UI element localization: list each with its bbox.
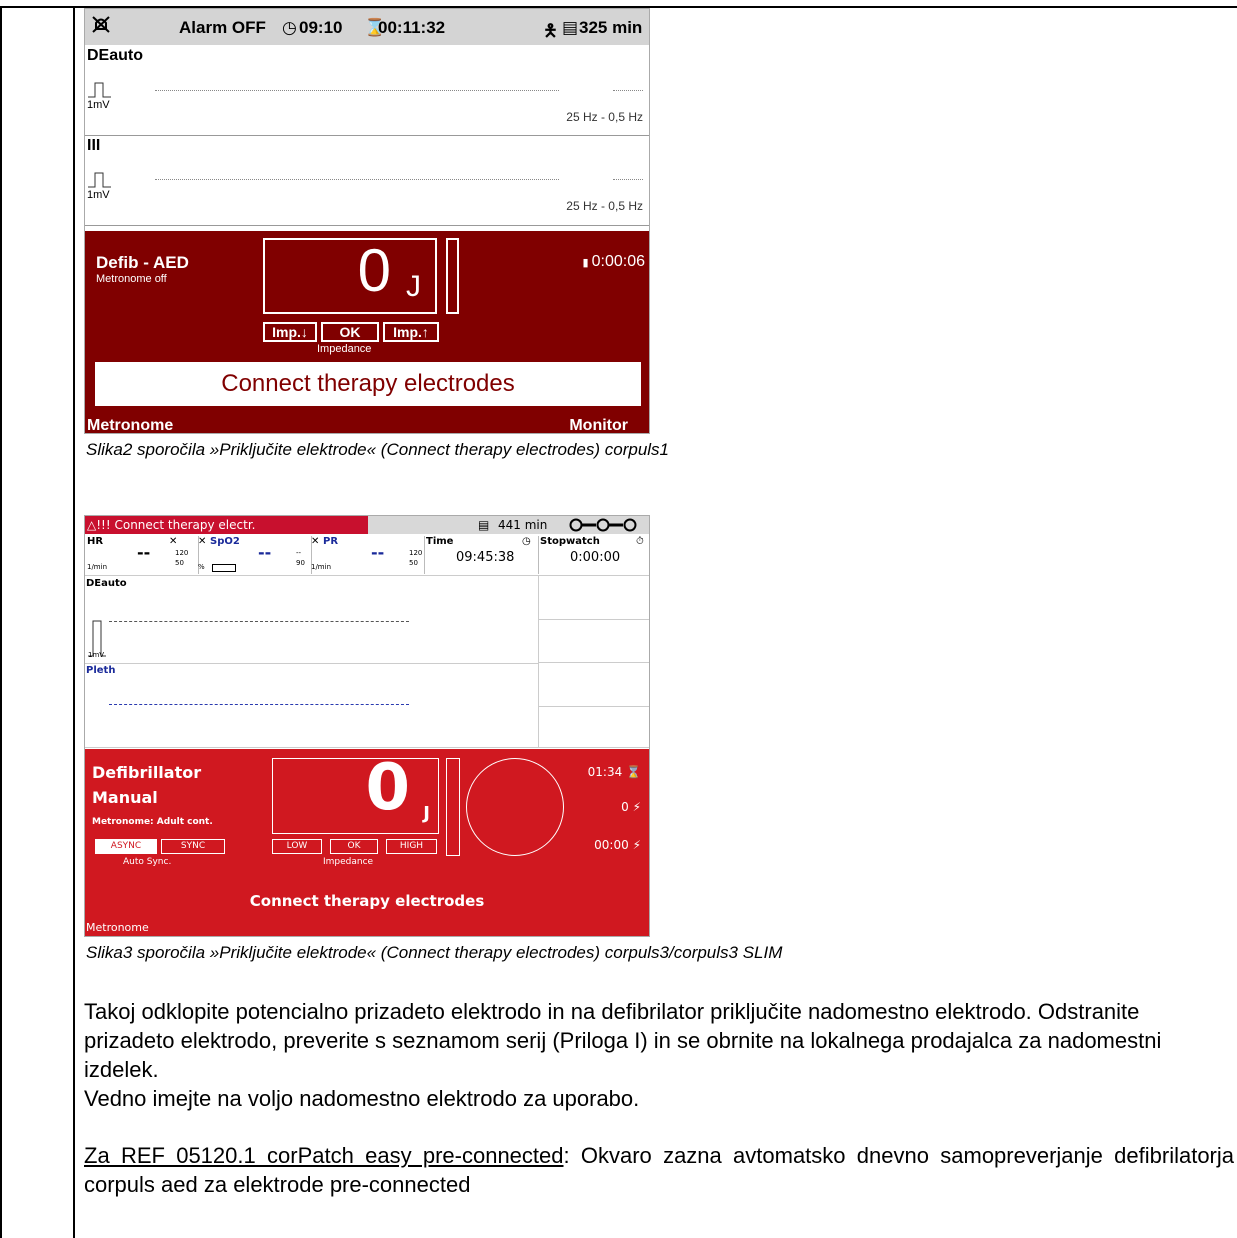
defib-title: Defibrillator xyxy=(92,763,202,782)
ecg-trace xyxy=(109,621,409,622)
side-panel xyxy=(538,575,649,620)
lead-name: DEauto xyxy=(87,47,143,64)
pleth-trace xyxy=(109,704,409,705)
lead-scale: 1mV xyxy=(87,189,110,201)
alarm-banner: △!!! Connect therapy electr. xyxy=(85,516,370,534)
charge-bar xyxy=(446,758,460,856)
spo2-parameter: ✕ SpO2 -- -- 90 % xyxy=(198,536,312,574)
lead-scale: 1mV xyxy=(87,99,110,111)
cpr-timer: 01:34 ⌛ xyxy=(587,765,641,779)
impedance-ok: OK xyxy=(330,839,378,854)
figure-caption: Slika3 sporočila »Priključite elektrode«… xyxy=(86,943,783,962)
figure-caption: Slika2 sporočila »Priključite elektrode«… xyxy=(86,440,670,459)
corpuls3-screen: △!!! Connect therapy electr. ▤ 441 min H… xyxy=(84,515,650,937)
auto-sync-label: Auto Sync. xyxy=(123,857,172,867)
energy-value: 0 xyxy=(357,237,391,304)
ok-button[interactable]: OK xyxy=(321,322,379,342)
alarm-status: Alarm OFF xyxy=(179,18,266,37)
stopwatch-parameter: Stopwatch ⏱ 0:00:00 xyxy=(540,536,644,565)
corpuls1-screen: Alarm OFF ◷ 09:10 ⌛ 00:11:32 🯅 ▤ 325 min… xyxy=(84,8,650,434)
ecg-trace xyxy=(155,90,559,91)
energy-display: 0 J xyxy=(272,751,439,834)
energy-unit: J xyxy=(406,270,421,303)
battery-time: 441 min xyxy=(498,518,548,532)
async-button[interactable]: ASYNC xyxy=(95,839,157,854)
defib-mode: Defib - AED xyxy=(96,253,189,272)
lead-name: III xyxy=(87,137,101,154)
body-paragraph: Takoj odklopite potencialno prizadeto el… xyxy=(84,999,1162,1082)
softkey-monitor[interactable]: Monitor xyxy=(569,417,628,433)
side-panel xyxy=(538,619,649,663)
body-paragraph: Vedno imejte na voljo nadomestno elektro… xyxy=(84,1086,640,1111)
ecg-wave-panel: DEauto 1mV xyxy=(85,575,538,664)
impedance-label: Impedance xyxy=(323,857,374,867)
ref-heading: Za REF 05120.1 corPatch easy pre-connect… xyxy=(84,1143,564,1168)
charge-bar xyxy=(446,238,459,314)
sync-button[interactable]: SYNC xyxy=(161,839,225,854)
imp-up-button[interactable]: Imp.↑ xyxy=(383,322,439,342)
ecg-trace xyxy=(155,179,559,180)
lightning-icon: ⚡ xyxy=(632,800,641,814)
defib-panel: Defibrillator Manual Metronome: Adult co… xyxy=(85,749,649,936)
lightning-icon: ⚡ xyxy=(632,838,641,852)
shock-timer: 00:00 ⚡ xyxy=(594,838,641,852)
ecg-trace xyxy=(613,179,643,180)
pr-parameter: ✕ PR -- 120 50 1/min xyxy=(311,536,425,574)
side-panel xyxy=(538,707,649,748)
energy-display: 0 J xyxy=(263,237,437,314)
filter-label: 25 Hz - 0,5 Hz xyxy=(566,199,643,213)
patient-adult-icon: 🯅 xyxy=(543,21,558,40)
shock-count: 0 ⚡ xyxy=(621,800,641,814)
clock-icon: ◷ xyxy=(522,536,531,547)
body-paragraph: Za REF 05120.1 corPatch easy pre-connect… xyxy=(84,1143,1235,1197)
signal-bar xyxy=(212,564,236,572)
side-panel xyxy=(538,663,649,707)
softkey-metronome[interactable]: Metronome xyxy=(86,921,149,934)
elapsed-timer: 00:11:32 xyxy=(378,18,446,37)
hourglass-icon: ▮ xyxy=(582,257,592,269)
time-parameter: Time ◷ 09:45:38 xyxy=(424,536,539,574)
hr-parameter: HR ✕ -- 120 50 1/min xyxy=(85,536,199,574)
defib-timer: ▮ 0:00:06 xyxy=(582,253,646,270)
impedance-low: LOW xyxy=(272,839,322,854)
impedance-label: Impedance xyxy=(317,343,372,355)
battery-icon: ▤ xyxy=(478,518,490,532)
imp-down-button[interactable]: Imp.↓ xyxy=(263,322,317,342)
calibration-pulse-icon xyxy=(88,172,111,188)
ecg-trace xyxy=(613,90,643,91)
battery-time: 325 min xyxy=(579,18,643,37)
alarm-off-icon xyxy=(91,14,111,40)
status-bar: Alarm OFF ◷ 09:10 ⌛ 00:11:32 🯅 ▤ 325 min xyxy=(85,9,649,45)
energy-value: 0 xyxy=(365,751,410,825)
connection-status-icon xyxy=(569,518,637,532)
filter-label: 25 Hz - 0,5 Hz xyxy=(566,110,643,124)
alarm-off-icon: ✕ xyxy=(198,536,207,547)
warning-icon: △ xyxy=(87,518,97,532)
battery-icon: ▤ xyxy=(562,18,579,37)
lead-panel-deauto: DEauto 1mV 25 Hz - 0,5 Hz xyxy=(85,45,649,136)
pleth-wave-panel: Pleth xyxy=(85,663,538,748)
status-bar: ▤ 441 min xyxy=(368,516,649,534)
stopwatch-icon: ⏱ xyxy=(636,536,644,547)
softkey-metronome[interactable]: Metronome xyxy=(87,417,173,433)
calibration-pulse-icon xyxy=(88,82,111,98)
metronome-status: Metronome: Adult cont. xyxy=(92,817,213,827)
metronome-status: Metronome off xyxy=(96,273,167,285)
table-left-column xyxy=(0,6,75,1238)
defib-panel: Defib - AED Metronome off 0 J ▮ 0:00:06 … xyxy=(85,231,649,433)
alert-message: Connect therapy electrodes xyxy=(95,362,641,406)
clock-time: 09:10 xyxy=(299,18,343,37)
impedance-high: HIGH xyxy=(386,839,437,854)
alert-message: Connect therapy electrodes xyxy=(249,892,485,910)
energy-unit: J xyxy=(423,803,430,824)
clock-icon: ◷ xyxy=(282,18,297,37)
alarm-off-icon: ✕ xyxy=(311,536,320,547)
alarm-off-icon: ✕ xyxy=(169,536,178,547)
defib-mode: Manual xyxy=(92,788,158,807)
hourglass-icon: ⌛ xyxy=(626,765,641,779)
lead-panel-iii: III 1mV 25 Hz - 0,5 Hz xyxy=(85,135,649,226)
cpr-indicator-circle xyxy=(466,758,564,856)
